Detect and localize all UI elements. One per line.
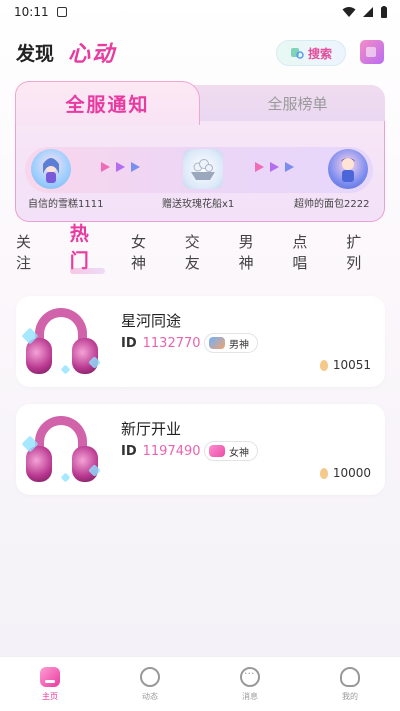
status-bar: 10:11 — [0, 0, 400, 24]
status-time: 10:11 — [14, 5, 49, 19]
server-notice-panel: 全服榜单 全服通知 自信的雪糕1111 赠送玫瑰花船x1 超帅的面包2222 — [15, 81, 385, 222]
receiver-avatar[interactable] — [328, 149, 368, 189]
gift-arrow-right — [255, 162, 294, 172]
room-id: ID 1132770 — [121, 336, 201, 351]
sender-avatar[interactable] — [31, 149, 71, 189]
filter-hot[interactable]: 热门 — [69, 219, 106, 274]
room-tag-label: 女神 — [229, 447, 249, 459]
tab-server-ranking[interactable]: 全服榜单 — [210, 85, 385, 121]
signal-icon — [363, 7, 373, 17]
gift-description: 赠送玫瑰花船x1 — [162, 199, 235, 210]
room-tag-label: 男神 — [229, 339, 249, 351]
room-id: ID 1197490 — [121, 444, 201, 459]
male-tag-icon — [209, 337, 225, 349]
category-filter: 关注 热门 女神 交友 男神 点唱 扩列 — [16, 223, 400, 274]
tab-home-label: 主页 — [42, 692, 58, 701]
room-tag: 女神 — [204, 441, 258, 461]
room-heat: 10051 — [319, 358, 371, 372]
tab-profile[interactable]: 我的 — [300, 657, 400, 711]
tab-server-notice[interactable]: 全服通知 — [15, 81, 200, 125]
room-title: 新厅开业 — [121, 420, 182, 438]
tab-profile-label: 我的 — [342, 692, 358, 701]
room-card[interactable]: 星河同途 ID 1132770 男神 10051 — [16, 296, 385, 387]
tab-home[interactable]: 主页 — [0, 657, 100, 711]
tab-discover[interactable]: 发现 — [16, 39, 54, 66]
room-id-value: 1197490 — [142, 444, 201, 459]
tab-server-notice-label: 全服通知 — [65, 94, 150, 116]
filter-make-friends[interactable]: 交友 — [185, 231, 213, 273]
filter-goddess[interactable]: 女神 — [131, 231, 159, 273]
gift-box-icon[interactable] — [360, 40, 384, 64]
room-heat-value: 10000 — [332, 466, 371, 480]
room-id-value: 1132770 — [142, 336, 201, 351]
room-heat: 10000 — [319, 466, 371, 480]
room-title: 星河同途 — [121, 312, 182, 330]
flame-icon — [319, 359, 328, 371]
notification-icon — [56, 7, 67, 17]
wifi-icon — [342, 7, 356, 17]
search-label: 搜索 — [307, 46, 332, 61]
filter-male-god[interactable]: 男神 — [239, 231, 267, 273]
headphones-cover-icon — [18, 302, 104, 386]
gift-item[interactable] — [183, 149, 223, 189]
flame-icon — [319, 467, 328, 479]
boy-avatar-icon — [341, 158, 355, 182]
tab-heartbeat[interactable]: 心动 — [68, 36, 116, 68]
bottom-tab-bar: 主页 动态 消息 我的 — [0, 656, 400, 711]
filter-expand[interactable]: 扩列 — [346, 231, 374, 273]
status-icons — [342, 5, 388, 19]
tab-moments[interactable]: 动态 — [100, 657, 200, 711]
tab-messages[interactable]: 消息 — [200, 657, 300, 711]
top-header: 发现 心动 搜索 — [0, 24, 400, 80]
room-id-label: ID — [121, 444, 137, 459]
headphones-cover-icon — [18, 410, 104, 494]
girl-avatar-icon — [43, 158, 59, 183]
message-icon — [240, 667, 260, 687]
battery-icon — [381, 5, 387, 18]
rose-boat-icon — [191, 159, 215, 180]
sender-name: 自信的雪糕1111 — [28, 199, 104, 210]
room-id-label: ID — [121, 336, 137, 351]
search-icon — [290, 48, 304, 59]
filter-sing[interactable]: 点唱 — [292, 231, 320, 273]
filter-follow[interactable]: 关注 — [16, 231, 44, 273]
tab-messages-label: 消息 — [242, 692, 258, 701]
room-card[interactable]: 新厅开业 ID 1197490 女神 10000 — [16, 404, 385, 495]
gift-arrow-left — [101, 162, 140, 172]
room-heat-value: 10051 — [332, 358, 371, 372]
receiver-name: 超帅的面包2222 — [294, 199, 370, 210]
moments-icon — [140, 667, 160, 687]
home-icon — [40, 667, 60, 687]
female-tag-icon — [209, 445, 225, 457]
tab-moments-label: 动态 — [142, 692, 158, 701]
profile-icon — [340, 667, 360, 687]
room-tag: 男神 — [204, 333, 258, 353]
search-button[interactable]: 搜索 — [276, 40, 346, 66]
